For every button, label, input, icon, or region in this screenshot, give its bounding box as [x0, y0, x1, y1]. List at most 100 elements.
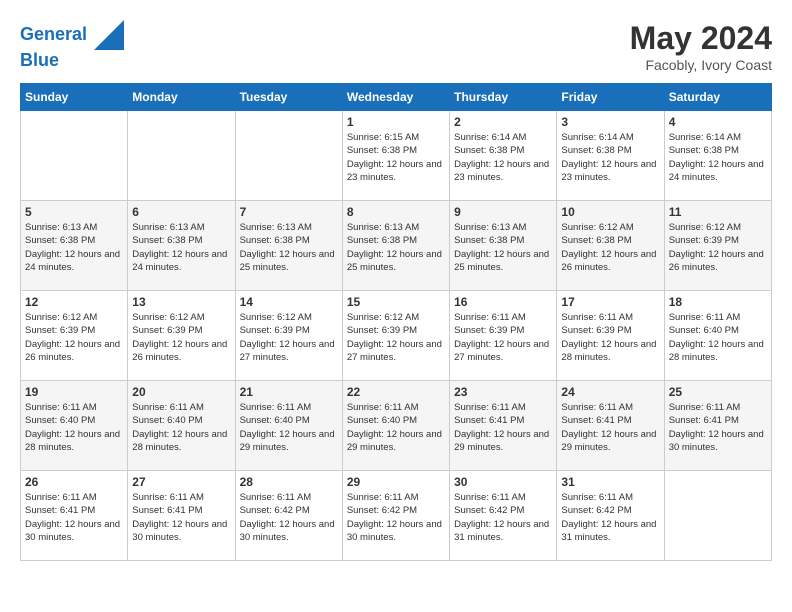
- day-info: Sunrise: 6:12 AMSunset: 6:39 PMDaylight:…: [25, 311, 123, 364]
- day-number: 10: [561, 205, 659, 219]
- day-number: 22: [347, 385, 445, 399]
- week-row-5: 26Sunrise: 6:11 AMSunset: 6:41 PMDayligh…: [21, 471, 772, 561]
- calendar-cell: 24 Sunrise: 6:11 AMSunset: 6:41 PMDayligh…: [557, 381, 664, 471]
- logo-text: General: [20, 20, 124, 50]
- week-row-1: 1 Sunrise: 6:15 AMSunset: 6:38 PMDaylight…: [21, 111, 772, 201]
- day-info: Sunrise: 6:11 AMSunset: 6:39 PMDaylight:…: [561, 311, 659, 364]
- month-title: May 2024: [630, 20, 772, 57]
- logo-general: General: [20, 24, 87, 44]
- calendar-cell: 25 Sunrise: 6:11 AMSunset: 6:41 PMDayligh…: [664, 381, 771, 471]
- day-info: Sunrise: 6:11 AMSunset: 6:39 PMDaylight:…: [454, 311, 552, 364]
- day-info: Sunrise: 6:12 AMSunset: 6:39 PMDaylight:…: [347, 311, 445, 364]
- day-number: 15: [347, 295, 445, 309]
- calendar-cell: [128, 111, 235, 201]
- calendar-table: SundayMondayTuesdayWednesdayThursdayFrid…: [20, 83, 772, 561]
- day-header-friday: Friday: [557, 84, 664, 111]
- day-info: Sunrise: 6:14 AMSunset: 6:38 PMDaylight:…: [561, 131, 659, 184]
- location: Facobly, Ivory Coast: [630, 57, 772, 73]
- calendar-cell: 18Sunrise: 6:11 AMSunset: 6:40 PMDayligh…: [664, 291, 771, 381]
- day-number: 30: [454, 475, 552, 489]
- day-info: Sunrise: 6:11 AMSunset: 6:40 PMDaylight:…: [669, 311, 767, 364]
- day-number: 31: [561, 475, 659, 489]
- day-number: 19: [25, 385, 123, 399]
- calendar-cell: 12 Sunrise: 6:12 AMSunset: 6:39 PMDayligh…: [21, 291, 128, 381]
- logo: General Blue: [20, 20, 124, 72]
- day-info: Sunrise: 6:11 AMSunset: 6:42 PMDaylight:…: [454, 491, 552, 544]
- week-row-3: 12 Sunrise: 6:12 AMSunset: 6:39 PMDayligh…: [21, 291, 772, 381]
- calendar-cell: 23Sunrise: 6:11 AMSunset: 6:41 PMDayligh…: [450, 381, 557, 471]
- day-info: Sunrise: 6:11 AMSunset: 6:42 PMDaylight:…: [347, 491, 445, 544]
- day-number: 3: [561, 115, 659, 129]
- day-number: 28: [240, 475, 338, 489]
- day-number: 25: [669, 385, 767, 399]
- day-header-sunday: Sunday: [21, 84, 128, 111]
- calendar-cell: 30 Sunrise: 6:11 AMSunset: 6:42 PMDayligh…: [450, 471, 557, 561]
- day-info: Sunrise: 6:11 AMSunset: 6:42 PMDaylight:…: [561, 491, 659, 544]
- day-number: 16: [454, 295, 552, 309]
- day-number: 1: [347, 115, 445, 129]
- day-number: 11: [669, 205, 767, 219]
- day-number: 23: [454, 385, 552, 399]
- day-number: 6: [132, 205, 230, 219]
- calendar-cell: [664, 471, 771, 561]
- day-info: Sunrise: 6:13 AMSunset: 6:38 PMDaylight:…: [132, 221, 230, 274]
- calendar-cell: 17 Sunrise: 6:11 AMSunset: 6:39 PMDayligh…: [557, 291, 664, 381]
- calendar-cell: 26Sunrise: 6:11 AMSunset: 6:41 PMDayligh…: [21, 471, 128, 561]
- logo-icon: [94, 20, 124, 50]
- week-row-4: 19 Sunrise: 6:11 AMSunset: 6:40 PMDayligh…: [21, 381, 772, 471]
- calendar-cell: 22 Sunrise: 6:11 AMSunset: 6:40 PMDayligh…: [342, 381, 449, 471]
- day-number: 13: [132, 295, 230, 309]
- day-header-saturday: Saturday: [664, 84, 771, 111]
- day-info: Sunrise: 6:13 AMSunset: 6:38 PMDaylight:…: [347, 221, 445, 274]
- page-header: General Blue May 2024 Facobly, Ivory Coa…: [20, 20, 772, 73]
- calendar-cell: 2Sunrise: 6:14 AMSunset: 6:38 PMDaylight…: [450, 111, 557, 201]
- day-info: Sunrise: 6:12 AMSunset: 6:38 PMDaylight:…: [561, 221, 659, 274]
- day-number: 17: [561, 295, 659, 309]
- day-info: Sunrise: 6:11 AMSunset: 6:41 PMDaylight:…: [561, 401, 659, 454]
- calendar-cell: 5 Sunrise: 6:13 AMSunset: 6:38 PMDaylight…: [21, 201, 128, 291]
- day-info: Sunrise: 6:13 AMSunset: 6:38 PMDaylight:…: [454, 221, 552, 274]
- calendar-cell: [235, 111, 342, 201]
- calendar-cell: 16 Sunrise: 6:11 AMSunset: 6:39 PMDayligh…: [450, 291, 557, 381]
- day-number: 21: [240, 385, 338, 399]
- calendar-cell: 6 Sunrise: 6:13 AMSunset: 6:38 PMDaylight…: [128, 201, 235, 291]
- calendar-cell: 9Sunrise: 6:13 AMSunset: 6:38 PMDaylight…: [450, 201, 557, 291]
- day-info: Sunrise: 6:11 AMSunset: 6:40 PMDaylight:…: [240, 401, 338, 454]
- day-number: 24: [561, 385, 659, 399]
- day-header-tuesday: Tuesday: [235, 84, 342, 111]
- logo-blue: Blue: [20, 50, 124, 72]
- calendar-cell: 8Sunrise: 6:13 AMSunset: 6:38 PMDaylight…: [342, 201, 449, 291]
- day-info: Sunrise: 6:14 AMSunset: 6:38 PMDaylight:…: [669, 131, 767, 184]
- calendar-cell: 20Sunrise: 6:11 AMSunset: 6:40 PMDayligh…: [128, 381, 235, 471]
- calendar-cell: 31 Sunrise: 6:11 AMSunset: 6:42 PMDayligh…: [557, 471, 664, 561]
- calendar-cell: 27Sunrise: 6:11 AMSunset: 6:41 PMDayligh…: [128, 471, 235, 561]
- title-area: May 2024 Facobly, Ivory Coast: [630, 20, 772, 73]
- day-number: 5: [25, 205, 123, 219]
- day-info: Sunrise: 6:15 AMSunset: 6:38 PMDaylight:…: [347, 131, 445, 184]
- day-info: Sunrise: 6:12 AMSunset: 6:39 PMDaylight:…: [669, 221, 767, 274]
- calendar-cell: 21 Sunrise: 6:11 AMSunset: 6:40 PMDayligh…: [235, 381, 342, 471]
- day-info: Sunrise: 6:11 AMSunset: 6:41 PMDaylight:…: [132, 491, 230, 544]
- calendar-cell: 28 Sunrise: 6:11 AMSunset: 6:42 PMDayligh…: [235, 471, 342, 561]
- day-number: 7: [240, 205, 338, 219]
- day-number: 12: [25, 295, 123, 309]
- day-info: Sunrise: 6:13 AMSunset: 6:38 PMDaylight:…: [25, 221, 123, 274]
- calendar-cell: 11 Sunrise: 6:12 AMSunset: 6:39 PMDayligh…: [664, 201, 771, 291]
- day-number: 4: [669, 115, 767, 129]
- day-number: 2: [454, 115, 552, 129]
- calendar-cell: 15 Sunrise: 6:12 AMSunset: 6:39 PMDayligh…: [342, 291, 449, 381]
- day-info: Sunrise: 6:11 AMSunset: 6:42 PMDaylight:…: [240, 491, 338, 544]
- day-info: Sunrise: 6:12 AMSunset: 6:39 PMDaylight:…: [132, 311, 230, 364]
- calendar-cell: 13 Sunrise: 6:12 AMSunset: 6:39 PMDayligh…: [128, 291, 235, 381]
- day-header-thursday: Thursday: [450, 84, 557, 111]
- calendar-cell: 1 Sunrise: 6:15 AMSunset: 6:38 PMDaylight…: [342, 111, 449, 201]
- calendar-cell: [21, 111, 128, 201]
- day-info: Sunrise: 6:11 AMSunset: 6:41 PMDaylight:…: [669, 401, 767, 454]
- day-header-wednesday: Wednesday: [342, 84, 449, 111]
- calendar-cell: 19Sunrise: 6:11 AMSunset: 6:40 PMDayligh…: [21, 381, 128, 471]
- day-info: Sunrise: 6:13 AMSunset: 6:38 PMDaylight:…: [240, 221, 338, 274]
- calendar-cell: 14Sunrise: 6:12 AMSunset: 6:39 PMDayligh…: [235, 291, 342, 381]
- day-info: Sunrise: 6:11 AMSunset: 6:41 PMDaylight:…: [25, 491, 123, 544]
- day-info: Sunrise: 6:11 AMSunset: 6:40 PMDaylight:…: [347, 401, 445, 454]
- day-info: Sunrise: 6:12 AMSunset: 6:39 PMDaylight:…: [240, 311, 338, 364]
